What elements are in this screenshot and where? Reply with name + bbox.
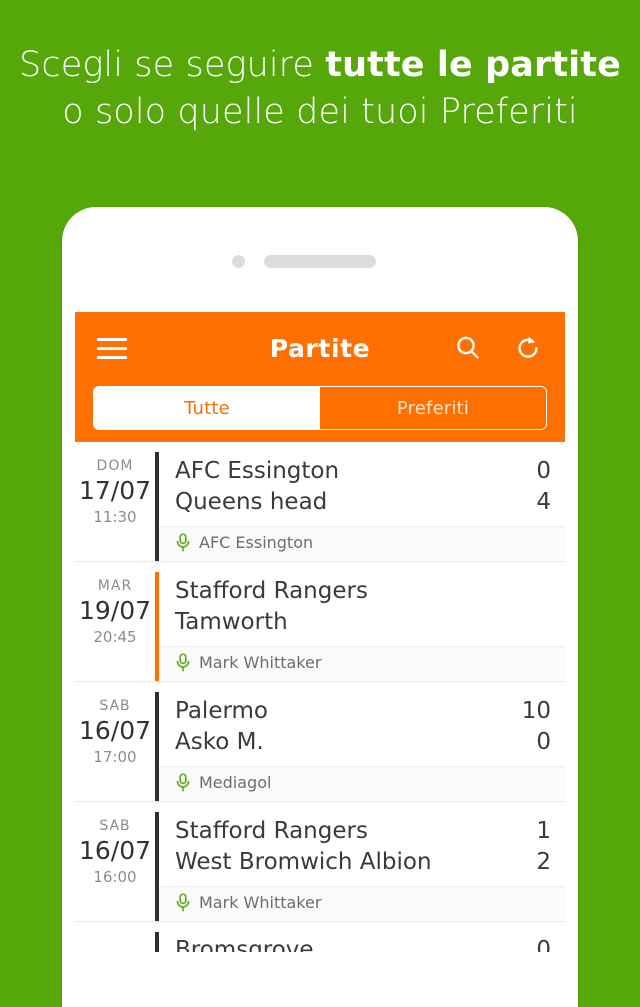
away-team-score: 2 bbox=[536, 849, 551, 875]
front-camera-icon bbox=[232, 255, 245, 268]
tab-preferiti[interactable]: Preferiti bbox=[320, 387, 546, 429]
match-info-column: Palermo 10 Asko M. 0 Mediagol bbox=[159, 682, 565, 801]
promo-headline-line-1-prefix: Scegli se seguire bbox=[19, 45, 326, 85]
match-date-column bbox=[75, 922, 155, 952]
match-date-column: SAB 16/07 16:00 bbox=[75, 802, 155, 921]
match-date: 17/07 bbox=[78, 476, 152, 505]
away-team-name: Queens head bbox=[175, 489, 328, 515]
microphone-icon bbox=[175, 773, 191, 792]
match-teams: Stafford Rangers Tamworth bbox=[159, 562, 565, 646]
phone-bezel-top bbox=[62, 207, 578, 312]
broadcaster-name: Mark Whittaker bbox=[199, 893, 322, 912]
away-team-name: West Bromwich Albion bbox=[175, 849, 432, 875]
away-team-line: Tamworth bbox=[175, 607, 551, 638]
hamburger-line bbox=[97, 337, 127, 341]
home-team-line: Stafford Rangers bbox=[175, 576, 551, 607]
match-date-column: DOM 17/07 11:30 bbox=[75, 442, 155, 561]
app-bar-actions bbox=[453, 333, 543, 363]
match-broadcast: Mark Whittaker bbox=[159, 886, 565, 920]
away-team-score: 0 bbox=[536, 729, 551, 755]
match-info-column: Stafford Rangers 1 West Bromwich Albion … bbox=[159, 802, 565, 921]
microphone-icon bbox=[175, 533, 191, 552]
away-team-name: Tamworth bbox=[175, 609, 288, 635]
away-team-line: Queens head 4 bbox=[175, 487, 551, 518]
match-row[interactable]: SAB 16/07 17:00 Palermo 10 Asko M. 0 Med… bbox=[75, 682, 565, 802]
broadcaster-name: AFC Essington bbox=[199, 533, 314, 552]
match-teams: AFC Essington 0 Queens head 4 bbox=[159, 442, 565, 526]
promo-headline: Scegli se seguire tutte le partite o sol… bbox=[0, 42, 640, 136]
match-time: 17:00 bbox=[93, 748, 137, 766]
microphone-icon bbox=[175, 893, 191, 912]
match-day-of-week: SAB bbox=[99, 698, 131, 714]
phone-mockup: Partite Tutte Preferiti DOM 17/07 11:30 … bbox=[62, 207, 578, 1007]
tab-tutte[interactable]: Tutte bbox=[94, 387, 320, 429]
match-broadcast: AFC Essington bbox=[159, 526, 565, 560]
home-team-score: 1 bbox=[536, 818, 551, 844]
match-teams: Palermo 10 Asko M. 0 bbox=[159, 682, 565, 766]
match-teams: Bromsgrove 0 bbox=[159, 922, 565, 952]
away-team-line: West Bromwich Albion 2 bbox=[175, 847, 551, 878]
match-list: DOM 17/07 11:30 AFC Essington 0 Queens h… bbox=[75, 442, 565, 952]
microphone-icon bbox=[175, 653, 191, 672]
match-date: 16/07 bbox=[78, 716, 152, 745]
match-row[interactable]: Bromsgrove 0 bbox=[75, 922, 565, 952]
broadcaster-name: Mark Whittaker bbox=[199, 653, 322, 672]
match-date-column: SAB 16/07 17:00 bbox=[75, 682, 155, 801]
home-team-line: AFC Essington 0 bbox=[175, 456, 551, 487]
hamburger-icon[interactable] bbox=[97, 337, 127, 359]
hamburger-line bbox=[97, 355, 127, 359]
broadcaster-name: Mediagol bbox=[199, 773, 272, 792]
away-team-score: 4 bbox=[536, 489, 551, 515]
home-team-score: 0 bbox=[536, 458, 551, 484]
promo-headline-line-2: o solo quelle dei tuoi Preferiti bbox=[62, 92, 578, 132]
search-icon[interactable] bbox=[453, 333, 483, 363]
match-teams: Stafford Rangers 1 West Bromwich Albion … bbox=[159, 802, 565, 886]
match-row[interactable]: DOM 17/07 11:30 AFC Essington 0 Queens h… bbox=[75, 442, 565, 562]
hamburger-line bbox=[97, 346, 127, 350]
home-team-name: Bromsgrove bbox=[175, 937, 314, 952]
home-team-name: Stafford Rangers bbox=[175, 578, 368, 604]
home-team-name: AFC Essington bbox=[175, 458, 340, 484]
home-team-line: Palermo 10 bbox=[175, 696, 551, 727]
phone-screen: Partite Tutte Preferiti DOM 17/07 11:30 … bbox=[75, 312, 565, 1007]
match-info-column: Bromsgrove 0 bbox=[159, 922, 565, 952]
app-bar-row: Partite bbox=[75, 312, 565, 384]
promo-headline-line-1: Scegli se seguire tutte le partite bbox=[0, 42, 640, 89]
away-team-name: Asko M. bbox=[175, 729, 264, 755]
match-info-column: Stafford Rangers Tamworth Mark Whittaker bbox=[159, 562, 565, 681]
match-info-column: AFC Essington 0 Queens head 4 AFC Essing… bbox=[159, 442, 565, 561]
home-team-name: Stafford Rangers bbox=[175, 818, 368, 844]
match-time: 20:45 bbox=[93, 628, 137, 646]
app-bar: Partite Tutte Preferiti bbox=[75, 312, 565, 442]
match-day-of-week: SAB bbox=[99, 818, 131, 834]
home-team-line: Bromsgrove 0 bbox=[175, 935, 551, 952]
match-broadcast: Mark Whittaker bbox=[159, 646, 565, 680]
match-time: 11:30 bbox=[93, 508, 137, 526]
home-team-name: Palermo bbox=[175, 698, 268, 724]
match-broadcast: Mediagol bbox=[159, 766, 565, 800]
away-team-line: Asko M. 0 bbox=[175, 727, 551, 758]
match-day-of-week: MAR bbox=[97, 578, 133, 594]
earpiece-speaker-icon bbox=[264, 255, 376, 268]
match-date: 19/07 bbox=[78, 596, 152, 625]
promo-headline-line-1-emphasis: tutte le partite bbox=[325, 45, 621, 85]
home-team-score: 0 bbox=[536, 937, 551, 952]
match-date-column: MAR 19/07 20:45 bbox=[75, 562, 155, 681]
filter-segmented-control: Tutte Preferiti bbox=[93, 386, 547, 430]
refresh-icon[interactable] bbox=[513, 333, 543, 363]
match-row[interactable]: MAR 19/07 20:45 Stafford Rangers Tamwort… bbox=[75, 562, 565, 682]
match-date: 16/07 bbox=[78, 836, 152, 865]
home-team-score: 10 bbox=[521, 698, 551, 724]
match-day-of-week: DOM bbox=[96, 458, 134, 474]
home-team-line: Stafford Rangers 1 bbox=[175, 816, 551, 847]
match-time: 16:00 bbox=[93, 868, 137, 886]
match-row[interactable]: SAB 16/07 16:00 Stafford Rangers 1 West … bbox=[75, 802, 565, 922]
